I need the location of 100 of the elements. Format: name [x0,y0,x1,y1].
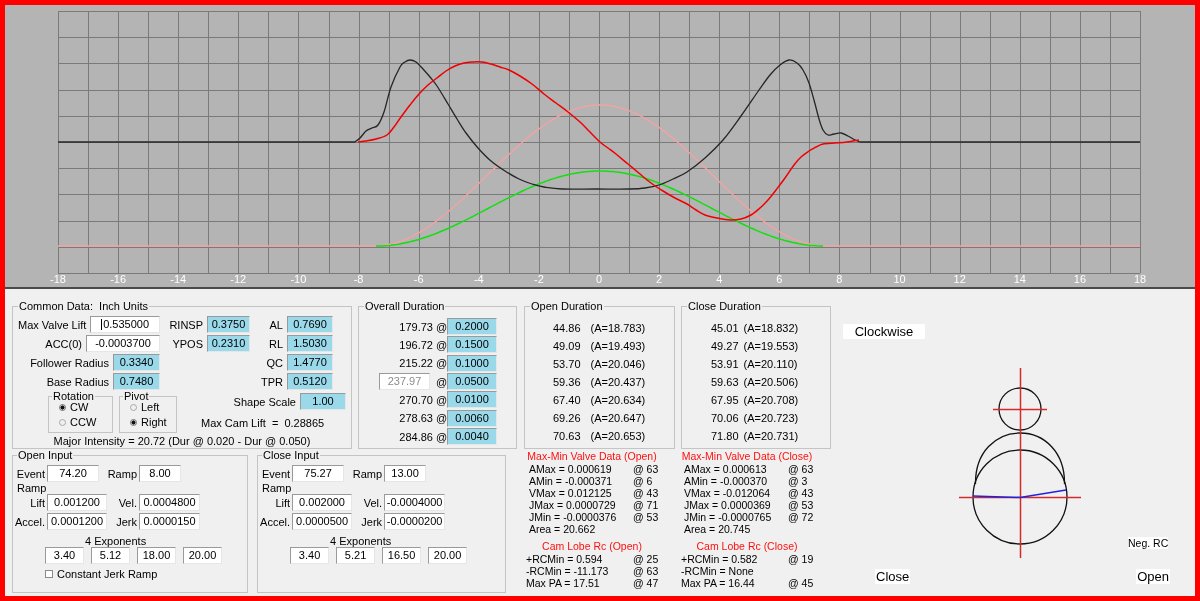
section-label: 4 Exponents [85,535,147,547]
input-field[interactable]: 75.27 [292,465,345,482]
field-label: Ramp [352,467,383,480]
reading-text: +RCMin = 0.594 [526,553,603,565]
readout-field[interactable]: 0.2310 [207,335,250,352]
position-text: @ 43 [633,487,659,499]
duration-value: 69.26 [553,412,581,424]
readout-field[interactable]: 0.0060 [447,409,497,427]
group-title: Overall Duration [364,300,446,313]
duration-value: 53.70 [553,358,581,370]
axis-tick-label: -2 [534,273,544,285]
radio-option[interactable]: CW [59,400,89,415]
position-text: @ 25 [633,553,659,565]
reading-text: JMax = 0.0000369 [684,499,771,511]
reading-text: AMin = -0.000371 [529,475,613,487]
checkbox[interactable]: Constant Jerk Ramp [45,567,158,581]
field-label: Event [261,467,291,480]
duration-value: 59.63 [711,376,739,388]
section-label: Ramp [17,482,47,494]
input-field[interactable]: 0.001200 [47,494,107,511]
radio-option[interactable]: CCW [59,415,97,430]
reading-text: Area = 20.662 [529,523,596,535]
readout-field[interactable]: 1.5030 [287,335,333,352]
side-label: Open [1136,569,1170,584]
field-label: Ramp [107,467,137,480]
readout-field[interactable]: 0.5120 [287,373,333,390]
group-title: Open Duration [530,300,604,313]
position-text: @ 63 [633,565,659,577]
field-label: AL [269,318,283,331]
readout-field[interactable]: 0.7480 [113,373,160,390]
input-field[interactable]: 18.00 [137,547,176,564]
readout-field[interactable]: 0.1000 [447,354,497,372]
section-title: Cam Lobe Rc (Open) [542,539,642,553]
readout-field[interactable]: 0.0040 [447,428,497,446]
area-value: (A=20.647) [590,412,646,424]
input-field[interactable]: 237.97 [379,373,430,391]
input-field[interactable]: 20.00 [183,547,222,564]
input-field[interactable]: 13.00 [384,465,427,482]
readout-field[interactable]: 0.3340 [113,354,160,371]
area-value: (A=20.110) [743,358,799,370]
axis-tick-label: 8 [836,273,843,285]
duration-value: 49.09 [553,340,581,352]
input-field[interactable]: 0.0004800 [139,494,200,511]
duration-value: 67.40 [553,394,581,406]
area-value: (A=20.723) [743,412,799,424]
area-value: (A=20.634) [590,394,646,406]
radio-option[interactable]: Left [130,400,160,415]
result-text: Max Cam Lift = 0.28865 [201,417,325,430]
input-field[interactable]: 5.12 [91,547,130,564]
input-field[interactable]: 74.20 [47,465,99,482]
field-label: QC [266,356,283,369]
input-field[interactable]: -0.0003700 [86,335,160,352]
field-label: Follower Radius [30,356,109,369]
readout-field[interactable]: 0.3750 [207,316,250,333]
input-field[interactable]: 0.002000 [292,494,353,511]
input-field[interactable]: 0.535000 [90,316,160,333]
readout-field[interactable]: 0.2000 [447,318,497,335]
duration-value: 44.86 [553,322,581,334]
readout-field[interactable]: 0.0100 [447,391,497,409]
input-field[interactable]: 20.00 [428,547,468,564]
input-field[interactable]: 3.40 [45,547,84,564]
readout-field[interactable]: 1.4770 [287,354,333,371]
readout-field[interactable]: 0.1500 [447,336,497,354]
axis-tick-label: -14 [170,273,187,285]
readout-field[interactable]: 0.0500 [447,373,497,391]
input-field[interactable]: 0.0000150 [139,513,200,530]
at-sign: @ [436,412,448,425]
duration-value: 70.63 [553,430,581,442]
input-field[interactable]: 0.0000500 [292,513,353,530]
readout-field[interactable]: 1.00 [300,393,346,410]
field-label: Shape Scale [233,395,296,408]
input-field[interactable]: -0.0004000 [384,494,446,511]
field-label: Jerk [116,515,137,528]
axis-tick-label: 10 [893,273,906,285]
reading-text: JMin = -0.0000765 [684,511,772,523]
section-title: Max-Min Valve Data (Open) [527,449,657,463]
axis-tick-label: 4 [716,273,723,285]
field-label: Base Radius [46,375,109,388]
readout-field[interactable]: 0.7690 [287,316,333,333]
field-label: Max Valve Lift [18,318,87,331]
duration-value: 49.27 [711,340,739,352]
radio-option[interactable]: Right [130,415,167,430]
input-field[interactable]: 0.0001200 [47,513,107,530]
area-value: (A=19.553) [743,340,799,352]
position-text: @ 63 [633,463,659,475]
duration-value: 59.36 [553,376,581,388]
reading-text: Area = 20.745 [684,523,751,535]
position-text: @ 3 [788,475,808,487]
position-text: @ 53 [633,511,659,523]
input-field[interactable]: 3.40 [290,547,330,564]
input-field[interactable]: 16.50 [382,547,422,564]
input-field[interactable]: 5.21 [336,547,376,564]
axis-tick-label: 16 [1073,273,1087,285]
input-field[interactable]: 8.00 [139,465,181,482]
axis-tick-label: 6 [776,273,783,285]
field-label: RINSP [169,318,203,331]
reading-text: VMax = 0.012125 [529,487,612,499]
input-field[interactable]: -0.0000200 [384,513,446,530]
axis-tick-label: -8 [353,273,364,285]
reading-text: JMin = -0.0000376 [529,511,617,523]
